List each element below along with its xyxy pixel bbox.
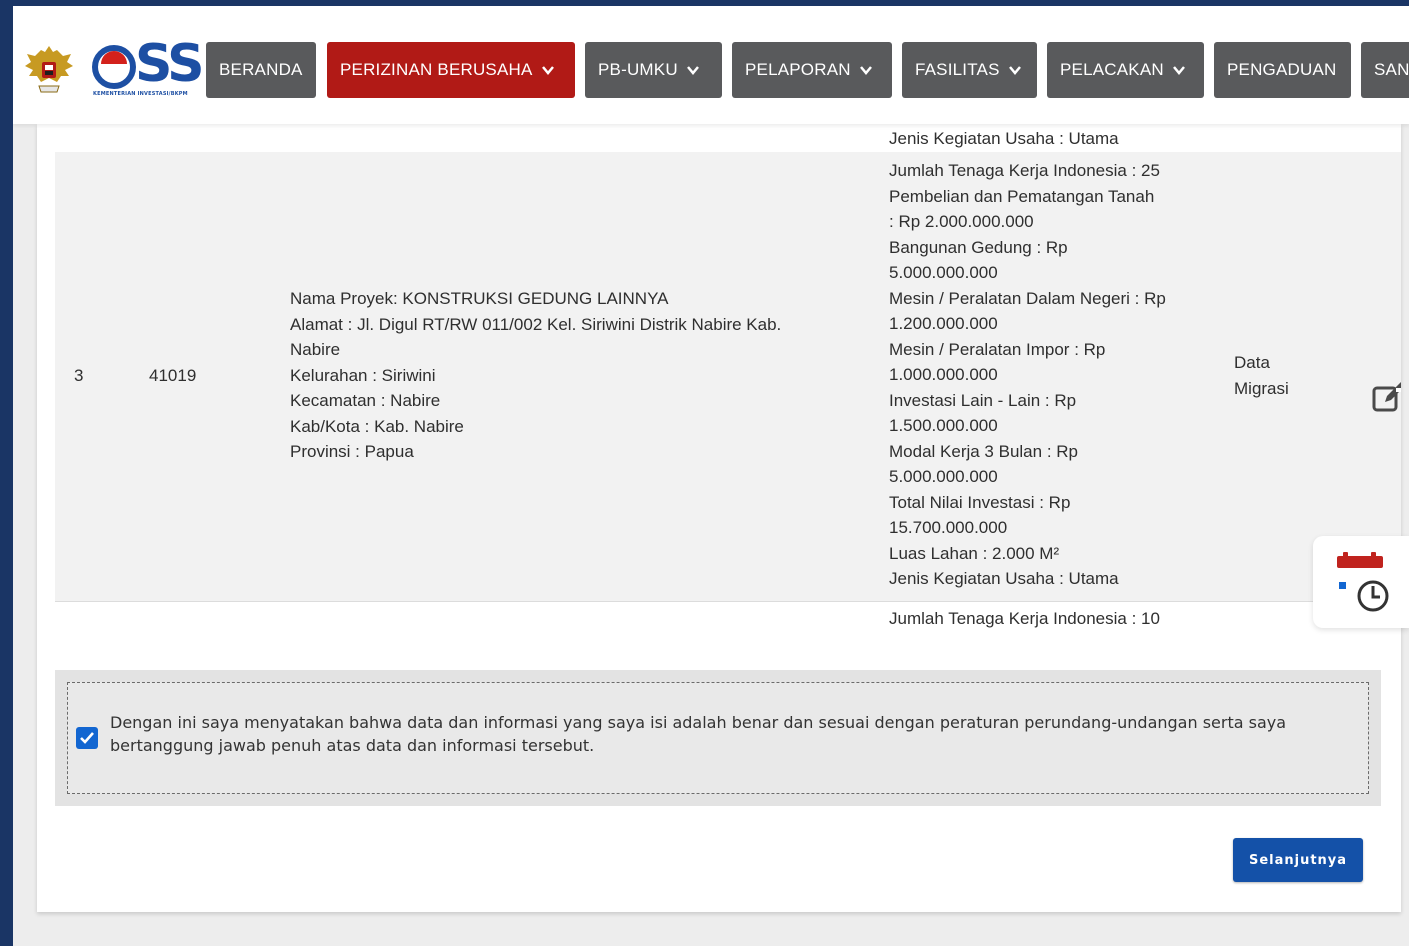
chevron-down-icon <box>1172 66 1185 75</box>
declaration-checkbox[interactable] <box>76 727 98 749</box>
investment-line: 1.500.000.000 <box>889 416 998 435</box>
nav-perizinan-berusaha-label: PERIZINAN BERUSAHA <box>340 60 533 79</box>
investment-line: 15.700.000.000 <box>889 518 1008 537</box>
investment-line: Mesin / Peralatan Impor : Rp <box>889 339 1106 359</box>
nav-beranda-label: BERANDA <box>219 60 303 79</box>
location-line: Nama Proyek: KONSTRUKSI GEDUNG LAINNYA <box>290 289 669 308</box>
chevron-down-icon <box>541 66 554 75</box>
location-line: Alamat : Jl. Digul RT/RW 011/002 Kel. Si… <box>290 314 782 334</box>
nav-pb-umku-label: PB-UMKU <box>598 60 678 79</box>
nav-beranda[interactable]: BERANDA <box>206 42 316 98</box>
investment-cell: Jenis Kegiatan Usaha : Utama <box>889 129 1119 148</box>
location-line: Kelurahan : Siriwini <box>290 365 436 385</box>
nav-pengaduan-label: PENGADUAN <box>1227 60 1337 79</box>
nav-perizinan-berusaha[interactable]: PERIZINAN BERUSAHA <box>327 42 575 98</box>
app-viewport: SS KEMENTERIAN INVESTASI/BKPM BERANDA PE… <box>13 6 1409 946</box>
nav-pengaduan[interactable]: PENGADUAN <box>1214 42 1351 98</box>
investment-line: Bangunan Gedung : Rp <box>889 237 1068 257</box>
location-line: Kecamatan : Nabire <box>290 391 441 410</box>
table-row: 3 41019 Nama Proyek: KONSTRUKSI GEDUNG L… <box>55 152 1401 602</box>
edit-icon[interactable] <box>1371 380 1401 416</box>
table-row: Jenis Kegiatan Usaha : Utama <box>55 124 1401 153</box>
investment-line: Mesin / Peralatan Dalam Negeri : Rp <box>889 288 1166 308</box>
oss-logo[interactable]: SS KEMENTERIAN INVESTASI/BKPM <box>91 34 207 100</box>
project-card: Jenis Kegiatan Usaha : Utama 3 41019 Nam… <box>37 124 1401 912</box>
garuda-emblem-icon <box>25 46 73 93</box>
investment-line: Pembelian dan Pematangan Tanah <box>889 186 1155 206</box>
project-table: Jenis Kegiatan Usaha : Utama 3 41019 Nam… <box>55 124 1401 636</box>
investment-line: Jenis Kegiatan Usaha : Utama <box>889 569 1119 588</box>
oss-logo-subtext: KEMENTERIAN INVESTASI/BKPM <box>93 91 188 97</box>
nav-san-label: SAN <box>1374 60 1409 79</box>
next-button[interactable]: Selanjutnya <box>1233 838 1363 882</box>
nav-pb-umku[interactable]: PB-UMKU <box>585 42 722 98</box>
declaration-text: Dengan ini saya menyatakan bahwa data da… <box>110 713 1287 755</box>
nav-fasilitas-label: FASILITAS <box>915 60 1000 79</box>
investment-line: 1.200.000.000 <box>889 314 998 333</box>
location-cell: Nama Proyek: KONSTRUKSI GEDUNG LAINNYA A… <box>290 286 781 465</box>
floating-schedule-widget[interactable] <box>1313 536 1409 628</box>
investment-line: Total Nilai Investasi : Rp <box>889 492 1071 512</box>
oss-o-mark-icon <box>92 45 136 89</box>
nav-san-truncated[interactable]: SAN <box>1361 42 1409 98</box>
location-line: Kab/Kota : Kab. Nabire <box>290 416 464 436</box>
status-line: Data <box>1234 353 1270 372</box>
investment-line: 1.000.000.000 <box>889 365 998 384</box>
nav-pelacakan[interactable]: PELACAKAN <box>1047 42 1204 98</box>
investment-line: Luas Lahan : 2.000 M² <box>889 543 1060 563</box>
nav-pelaporan-label: PELAPORAN <box>745 60 851 79</box>
chevron-down-icon <box>686 66 699 75</box>
top-navbar: SS KEMENTERIAN INVESTASI/BKPM BERANDA PE… <box>13 6 1409 124</box>
investment-cell: Jumlah Tenaga Kerja Indonesia : 25 Pembe… <box>889 158 1166 592</box>
row-number: 3 <box>74 366 84 385</box>
investment-line: Modal Kerja 3 Bulan : Rp <box>889 441 1078 461</box>
nav-pelacakan-label: PELACAKAN <box>1060 60 1164 79</box>
status-line: Migrasi <box>1234 378 1289 398</box>
investment-cell: Jumlah Tenaga Kerja Indonesia : 10 <box>889 609 1160 628</box>
declaration-box: Dengan ini saya menyatakan bahwa data da… <box>55 670 1381 806</box>
investment-line: Jumlah Tenaga Kerja Indonesia : 25 <box>889 161 1160 180</box>
nav-fasilitas[interactable]: FASILITAS <box>902 42 1037 98</box>
location-line: Provinsi : Papua <box>290 442 414 461</box>
check-icon <box>80 732 94 744</box>
oss-logo-text: SS <box>135 34 205 94</box>
investment-line: : Rp 2.000.000.000 <box>889 212 1034 231</box>
location-line: Nabire <box>290 340 341 359</box>
kbli-code: 41019 <box>149 366 197 385</box>
nav-pelaporan[interactable]: PELAPORAN <box>732 42 892 98</box>
calendar-clock-icon <box>1337 552 1389 612</box>
investment-line: 5.000.000.000 <box>889 467 998 486</box>
investment-line: 5.000.000.000 <box>889 263 998 282</box>
chevron-down-icon <box>859 66 872 75</box>
table-row: Jumlah Tenaga Kerja Indonesia : 10 <box>55 602 1401 636</box>
declaration-border: Dengan ini saya menyatakan bahwa data da… <box>67 682 1369 794</box>
investment-line: Investasi Lain - Lain : Rp <box>889 390 1077 410</box>
status-cell: Data Migrasi <box>1234 350 1289 401</box>
chevron-down-icon <box>1008 66 1021 75</box>
